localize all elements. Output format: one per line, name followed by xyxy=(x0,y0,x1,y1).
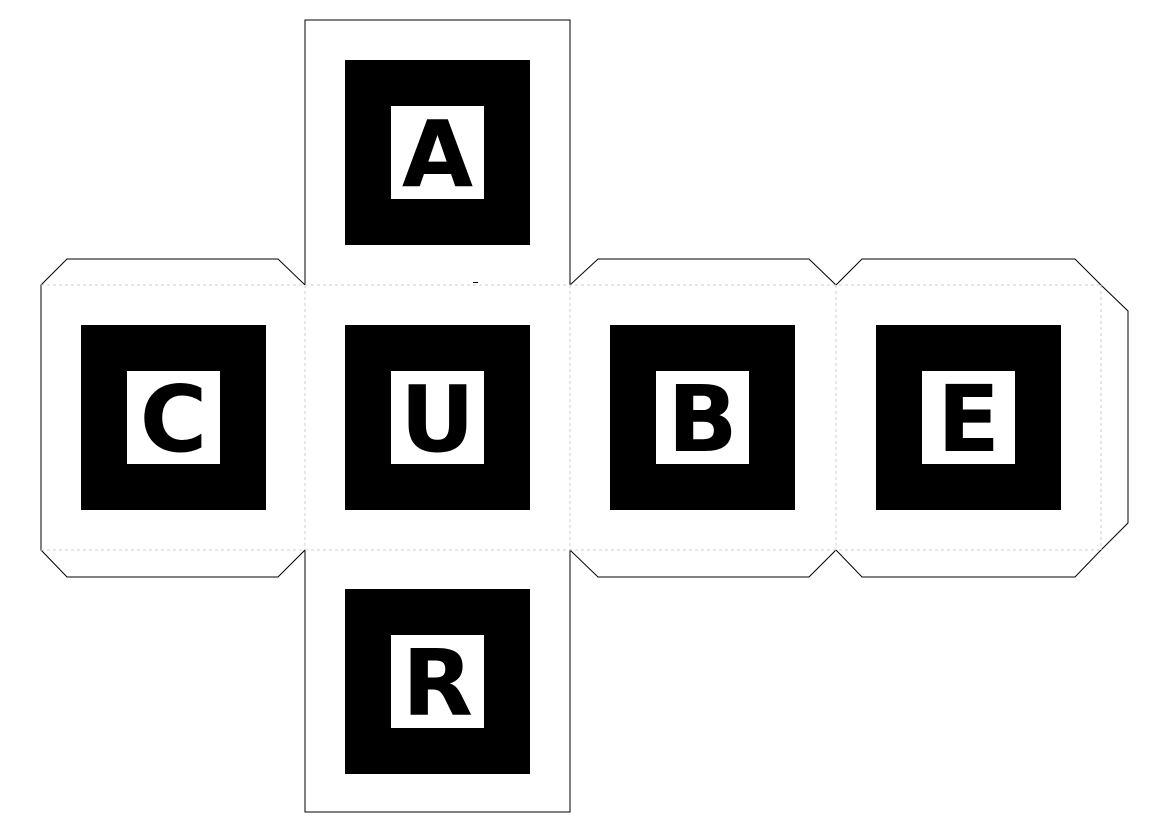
marker-window: C xyxy=(127,371,220,464)
face-letter: U xyxy=(400,371,475,464)
face-right-marker: B xyxy=(610,325,795,510)
marker-window: E xyxy=(922,371,1015,464)
face-letter: A xyxy=(402,106,473,199)
marker-window: A xyxy=(391,106,484,199)
face-bottom-marker: R xyxy=(345,589,530,774)
marker-window: B xyxy=(656,371,749,464)
marker-window: R xyxy=(391,635,484,728)
svg-text:E: E xyxy=(937,371,1000,464)
tick-mark xyxy=(473,282,478,283)
face-left-marker: C xyxy=(81,325,266,510)
face-letter: R xyxy=(402,635,473,728)
face-letter: B xyxy=(667,371,737,464)
face-letter: C xyxy=(140,371,208,464)
svg-text:R: R xyxy=(402,635,473,728)
svg-text:A: A xyxy=(402,106,473,199)
svg-text:B: B xyxy=(667,371,737,464)
svg-text:C: C xyxy=(140,371,208,464)
face-front-marker: U xyxy=(345,325,530,510)
face-top-marker: A xyxy=(345,60,530,245)
face-letter: E xyxy=(937,371,1000,464)
marker-window: U xyxy=(391,371,484,464)
face-back-marker: E xyxy=(876,325,1061,510)
svg-text:U: U xyxy=(400,371,475,464)
